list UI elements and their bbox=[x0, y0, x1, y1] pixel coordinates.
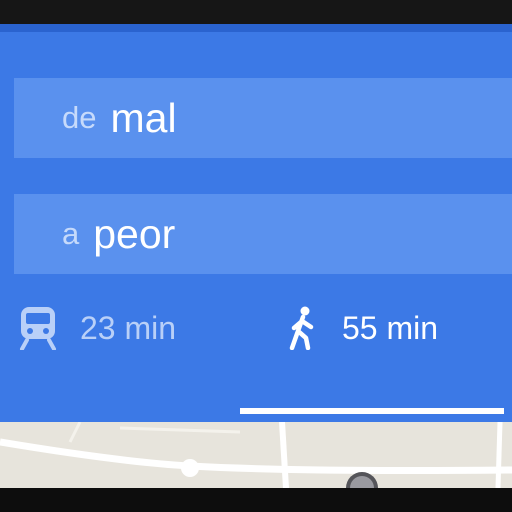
destination-field[interactable]: a peor bbox=[14, 194, 512, 274]
top-bar bbox=[0, 0, 512, 24]
walking-person-icon bbox=[284, 306, 324, 351]
origin-prefix-label: de bbox=[62, 100, 97, 135]
train-icon bbox=[18, 306, 58, 351]
transit-time: 23 min bbox=[80, 309, 177, 346]
origin-field[interactable]: de mal bbox=[14, 78, 512, 158]
selected-tab-indicator bbox=[240, 408, 504, 414]
destination-value: peor bbox=[93, 210, 176, 257]
walking-time: 55 min bbox=[342, 309, 439, 346]
map-roads bbox=[0, 422, 512, 488]
screen: de mal a peor 23 min 55 min bbox=[0, 0, 512, 512]
travel-mode-tabs: 23 min 55 min bbox=[0, 290, 512, 414]
bottom-bar bbox=[0, 488, 512, 512]
tab-transit[interactable]: 23 min bbox=[18, 290, 176, 366]
destination-prefix-label: a bbox=[62, 216, 80, 251]
tab-walking[interactable]: 55 min bbox=[284, 290, 438, 366]
map-view[interactable] bbox=[0, 422, 512, 488]
origin-value: mal bbox=[110, 94, 177, 141]
